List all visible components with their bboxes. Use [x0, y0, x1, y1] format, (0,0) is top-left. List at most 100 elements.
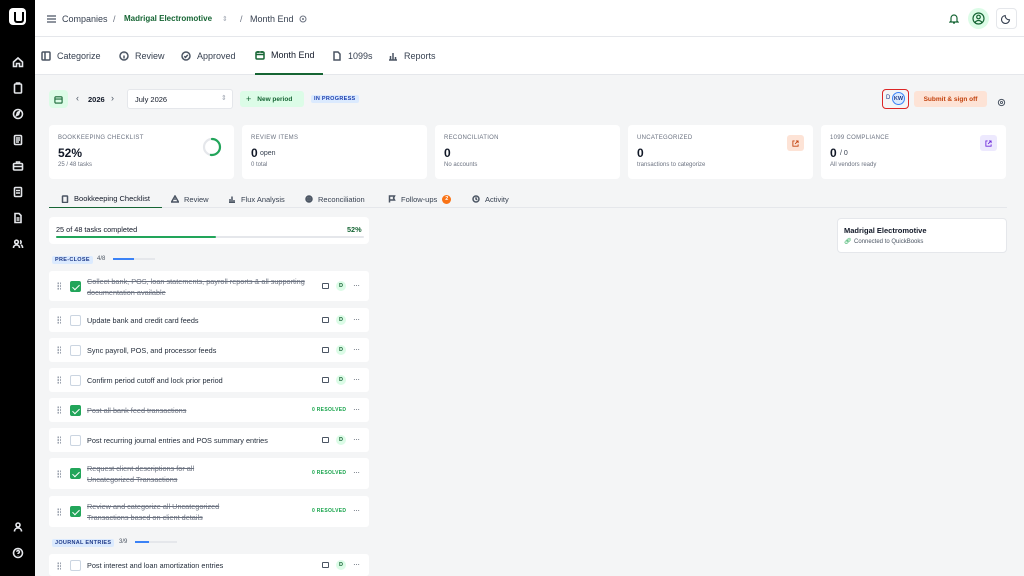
breadcrumb-company[interactable]: Madrigal Electromotive: [124, 0, 212, 37]
tab-review[interactable]: Review: [119, 37, 165, 75]
menu-icon[interactable]: [47, 0, 56, 37]
task-checkbox[interactable]: [70, 281, 81, 292]
drag-handle-icon[interactable]: [57, 508, 61, 516]
assignee-badge[interactable]: D: [336, 435, 346, 445]
task-checkbox[interactable]: [70, 468, 81, 479]
drag-handle-icon[interactable]: [57, 470, 61, 478]
more-options-icon[interactable]: ···: [353, 560, 360, 569]
task-row[interactable]: Collect bank, POS, loan statements, payr…: [49, 271, 369, 301]
task-row[interactable]: Request client descriptions for all Unca…: [49, 458, 369, 489]
more-options-icon[interactable]: ···: [353, 435, 360, 444]
subtab-flux-analysis[interactable]: Flux Analysis: [228, 190, 285, 208]
task-row[interactable]: Confirm period cutoff and lock prior per…: [49, 368, 369, 392]
subtab-review[interactable]: Review: [171, 190, 209, 208]
drag-handle-icon[interactable]: [57, 406, 61, 414]
drag-handle-icon[interactable]: [57, 436, 61, 444]
help-icon[interactable]: [0, 544, 35, 562]
assignee-badge[interactable]: D: [336, 315, 346, 325]
subtab-reconciliation[interactable]: Reconciliation: [305, 190, 365, 208]
external-link-icon[interactable]: [980, 135, 997, 151]
compass-icon[interactable]: [0, 105, 35, 123]
users-icon[interactable]: [0, 235, 35, 253]
company-switch-icon[interactable]: ⇕: [222, 0, 228, 37]
tab-approved[interactable]: Approved: [181, 37, 236, 75]
assignee-badge[interactable]: D: [336, 375, 346, 385]
task-checkbox[interactable]: [70, 560, 81, 571]
dark-mode-toggle[interactable]: [996, 8, 1017, 29]
more-options-icon[interactable]: ···: [353, 468, 360, 477]
drag-handle-icon[interactable]: [57, 316, 61, 324]
task-row[interactable]: Sync payroll, POS, and processor feeds D…: [49, 338, 369, 362]
section-journal-entries[interactable]: JOURNAL ENTRIES: [52, 539, 115, 547]
resolved-badge[interactable]: 0 RESOLVED: [312, 508, 346, 514]
task-checkbox[interactable]: [70, 435, 81, 446]
page-settings-icon[interactable]: [299, 0, 307, 37]
subtab-checklist[interactable]: Bookkeeping Checklist: [49, 190, 162, 208]
task-checkbox[interactable]: [70, 315, 81, 326]
task-row[interactable]: Post recurring journal entries and POS s…: [49, 428, 369, 452]
subtab-follow-ups[interactable]: Follow-ups 2: [388, 190, 452, 208]
next-year-icon[interactable]: ›: [111, 93, 114, 103]
user-icon[interactable]: [0, 518, 35, 536]
app-logo[interactable]: [9, 8, 26, 25]
briefcase-icon[interactable]: [0, 157, 35, 175]
assignee-badge[interactable]: D: [336, 560, 346, 570]
document-icon[interactable]: [0, 131, 35, 149]
more-options-icon[interactable]: ···: [353, 345, 360, 354]
more-options-icon[interactable]: ···: [353, 506, 360, 515]
checklist-stat-card[interactable]: BOOKKEEPING CHECKLIST 52% 25 / 48 tasks: [49, 125, 234, 179]
tab-month-end[interactable]: Month End: [255, 37, 323, 75]
profile-avatar[interactable]: [968, 8, 989, 29]
task-row[interactable]: Post interest and loan amortization entr…: [49, 554, 369, 576]
assignee-badge[interactable]: D: [336, 281, 346, 291]
comment-icon[interactable]: [322, 317, 329, 323]
assignee-badge[interactable]: D: [336, 345, 346, 355]
task-checkbox[interactable]: [70, 345, 81, 356]
comment-icon[interactable]: [322, 283, 329, 289]
more-options-icon[interactable]: ···: [353, 315, 360, 324]
bell-icon[interactable]: [949, 0, 959, 37]
drag-handle-icon[interactable]: [57, 346, 61, 354]
comment-icon[interactable]: [322, 437, 329, 443]
task-row[interactable]: Review and categorize all Uncategorized …: [49, 496, 369, 527]
task-checkbox[interactable]: [70, 405, 81, 416]
task-row[interactable]: Update bank and credit card feeds D ···: [49, 308, 369, 332]
external-link-icon[interactable]: [787, 135, 804, 151]
tab-reports[interactable]: Reports: [388, 37, 436, 75]
task-checkbox[interactable]: [70, 506, 81, 517]
comment-icon[interactable]: [322, 562, 329, 568]
resolved-badge[interactable]: 0 RESOLVED: [312, 470, 346, 476]
more-options-icon[interactable]: ···: [353, 281, 360, 290]
more-options-icon[interactable]: ···: [353, 375, 360, 384]
prev-year-icon[interactable]: ‹: [76, 93, 79, 103]
comment-icon[interactable]: [322, 347, 329, 353]
new-period-button[interactable]: + New period: [240, 91, 304, 107]
settings-gear-icon[interactable]: [997, 94, 1006, 112]
ledger-icon[interactable]: [0, 183, 35, 201]
clipboard-icon[interactable]: [0, 79, 35, 97]
review-stat-card[interactable]: REVIEW ITEMS 0 open 0 total: [242, 125, 427, 179]
uncategorized-stat-card[interactable]: UNCATEGORIZED 0 transactions to categori…: [628, 125, 813, 179]
reconciliation-stat-card[interactable]: RECONCILIATION 0 No accounts: [435, 125, 620, 179]
task-row[interactable]: Post all bank feed transactions 0 RESOLV…: [49, 398, 369, 422]
breadcrumb-companies[interactable]: Companies: [62, 0, 108, 37]
comment-icon[interactable]: [322, 377, 329, 383]
tab-categorize[interactable]: Categorize: [41, 37, 101, 75]
file-text-icon[interactable]: [0, 209, 35, 227]
calendar-button[interactable]: [49, 90, 68, 108]
submit-signoff-button[interactable]: Submit & sign off: [914, 91, 987, 107]
subtab-activity[interactable]: Activity: [472, 190, 509, 208]
month-select[interactable]: July 2026 ⇕: [127, 89, 233, 109]
tab-1099s[interactable]: 1099s: [332, 37, 373, 75]
home-icon[interactable]: [0, 53, 35, 71]
assignee-avatars[interactable]: D KW: [882, 89, 909, 109]
drag-handle-icon[interactable]: [57, 282, 61, 290]
company-card[interactable]: Madrigal Electromotive 🔗︎ Connected to Q…: [837, 218, 1007, 253]
drag-handle-icon[interactable]: [57, 376, 61, 384]
drag-handle-icon[interactable]: [57, 562, 61, 570]
task-checkbox[interactable]: [70, 375, 81, 386]
resolved-badge[interactable]: 0 RESOLVED: [312, 407, 346, 413]
section-pre-close[interactable]: PRE-CLOSE: [52, 256, 93, 264]
compliance-stat-card[interactable]: 1099 COMPLIANCE 0 / 0 All vendors ready: [821, 125, 1006, 179]
more-options-icon[interactable]: ···: [353, 405, 360, 414]
